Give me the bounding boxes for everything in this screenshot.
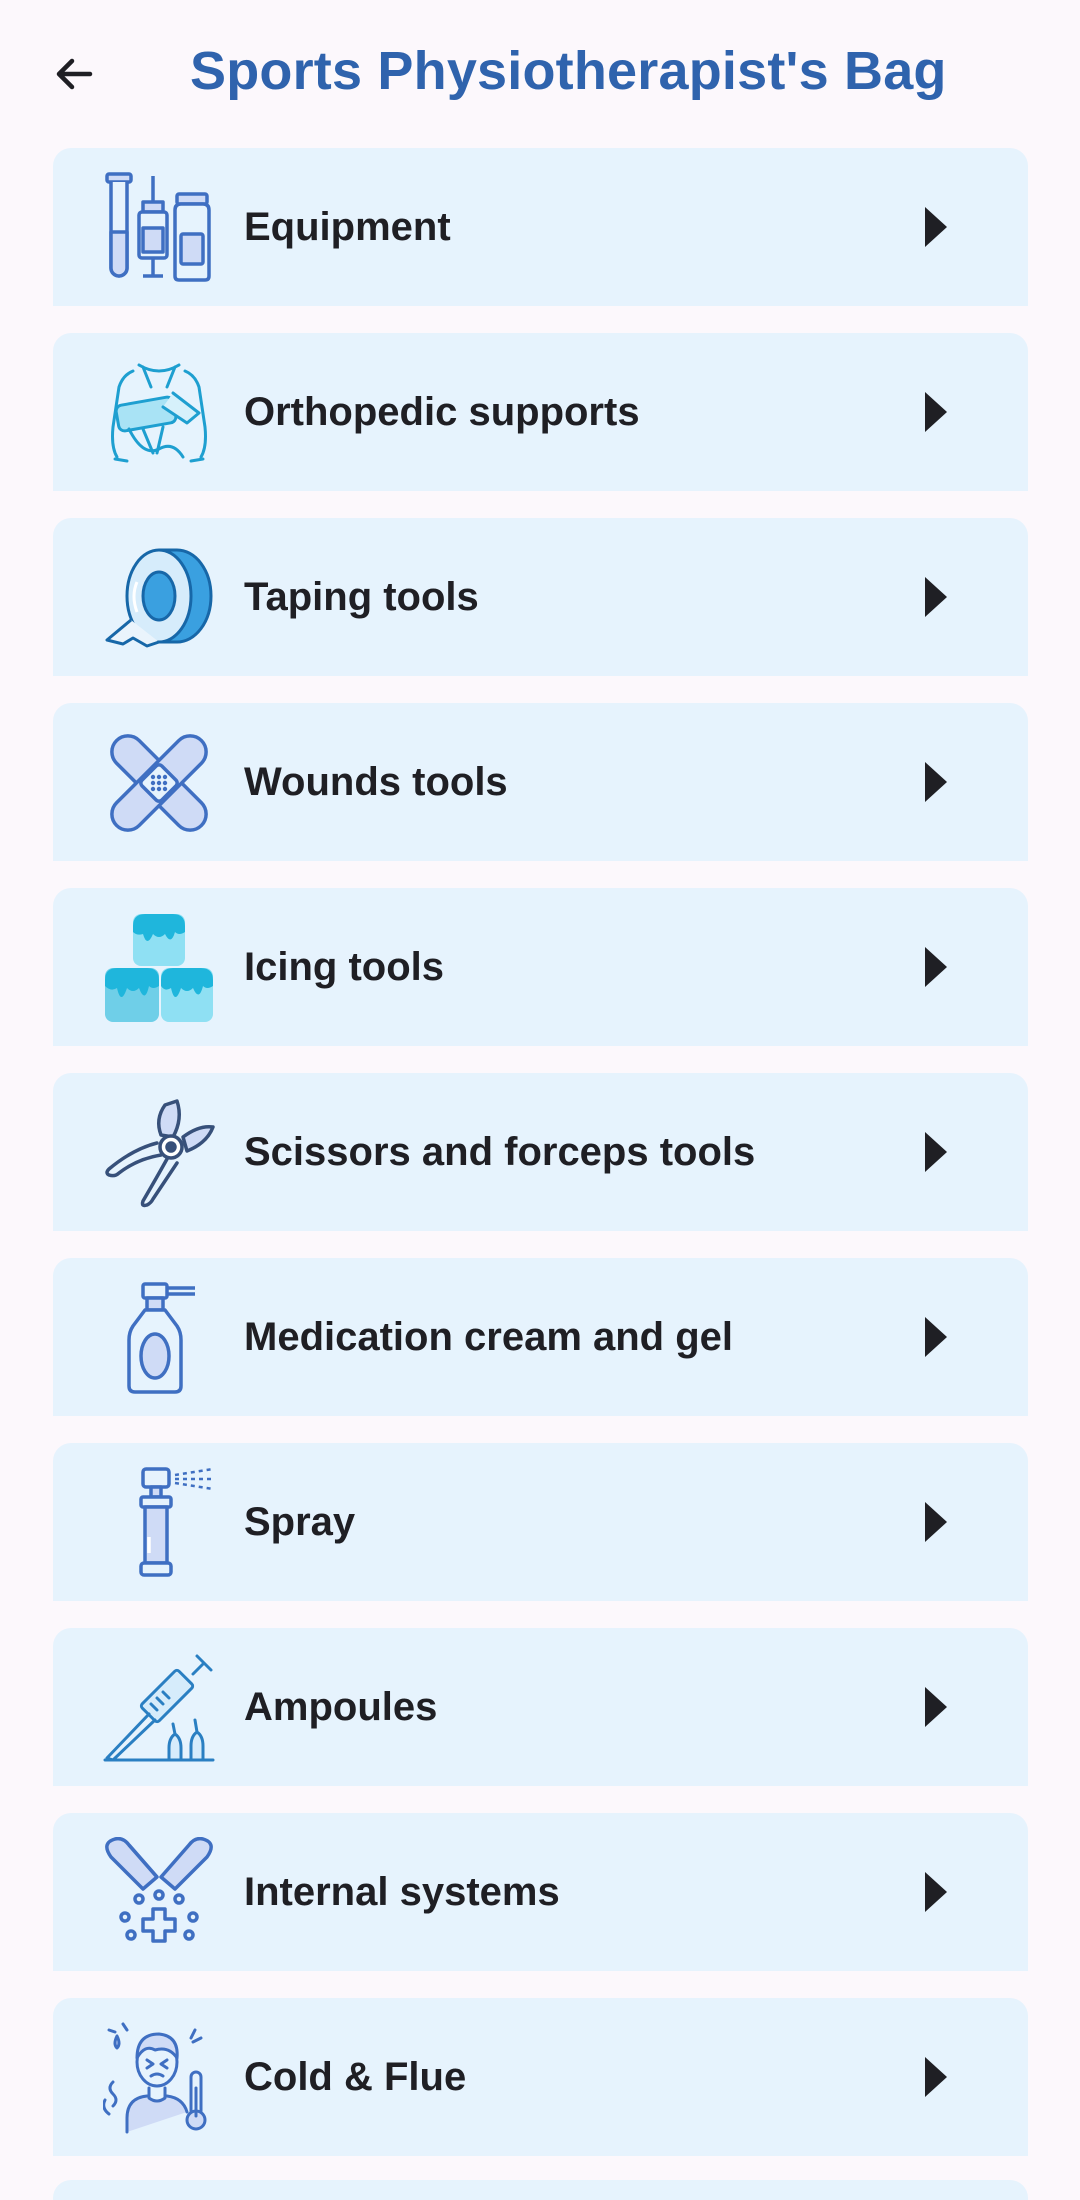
caret-right-icon: [925, 1132, 947, 1172]
caret-right-icon: [925, 1872, 947, 1912]
caret-right-icon: [925, 207, 947, 247]
category-label: Spray: [244, 1499, 356, 1544]
sick-person-icon: [103, 2022, 215, 2134]
category-label: Icing tools: [244, 944, 444, 989]
caret-right-icon: [925, 1317, 947, 1357]
category-label: Equipment: [244, 204, 451, 249]
category-label: Cold & Flue: [244, 2054, 467, 2099]
top-app-bar: Sports Physiotherapist's Bag: [0, 0, 1080, 148]
category-item-scissors-forceps[interactable]: Scissors and forceps tools: [53, 1073, 1028, 1231]
bandage-icon: [103, 727, 215, 839]
tape-roll-icon: [103, 542, 215, 654]
category-item-orthopedic-supports[interactable]: Orthopedic supports: [53, 333, 1028, 491]
caret-right-icon: [925, 2057, 947, 2097]
caret-right-icon: [925, 577, 947, 617]
category-label: Internal systems: [244, 1869, 560, 1914]
back-button[interactable]: [38, 38, 110, 110]
category-list: Equipment Orthopedic supports Taping too…: [53, 148, 1028, 2183]
category-item-wounds-tools[interactable]: Wounds tools: [53, 703, 1028, 861]
caret-right-icon: [925, 1502, 947, 1542]
category-item-cold-flue[interactable]: Cold & Flue: [53, 1998, 1028, 2156]
category-label: Wounds tools: [244, 759, 508, 804]
page-title: Sports Physiotherapist's Bag: [190, 41, 947, 101]
category-item-spray[interactable]: Spray: [53, 1443, 1028, 1601]
forceps-icon: [103, 1097, 215, 1209]
category-item-ampoules[interactable]: Ampoules: [53, 1628, 1028, 1786]
category-label: Ampoules: [244, 1684, 438, 1729]
category-item-icing-tools[interactable]: Icing tools: [53, 888, 1028, 1046]
caret-right-icon: [925, 392, 947, 432]
capsules-icon: [103, 1837, 215, 1949]
category-label: Scissors and forceps tools: [244, 1129, 756, 1174]
category-item-internal-systems[interactable]: Internal systems: [53, 1813, 1028, 1971]
category-label: Orthopedic supports: [244, 389, 640, 434]
list-item-partial[interactable]: [53, 2180, 1028, 2200]
category-item-taping-tools[interactable]: Taping tools: [53, 518, 1028, 676]
category-item-medication-cream-gel[interactable]: Medication cream and gel: [53, 1258, 1028, 1416]
spray-can-icon: [103, 1467, 215, 1579]
arrow-left-icon: [56, 58, 93, 90]
category-label: Taping tools: [244, 574, 479, 619]
cream-bottle-icon: [103, 1282, 215, 1394]
caret-right-icon: [925, 1687, 947, 1727]
category-label: Medication cream and gel: [244, 1314, 734, 1359]
category-item-equipment[interactable]: Equipment: [53, 148, 1028, 306]
caret-right-icon: [925, 762, 947, 802]
caret-right-icon: [925, 947, 947, 987]
syringe-ampoule-icon: [103, 1652, 215, 1764]
arm-sling-icon: [103, 357, 215, 469]
ice-cubes-icon: [103, 912, 215, 1024]
lab-vials-icon: [103, 172, 215, 284]
